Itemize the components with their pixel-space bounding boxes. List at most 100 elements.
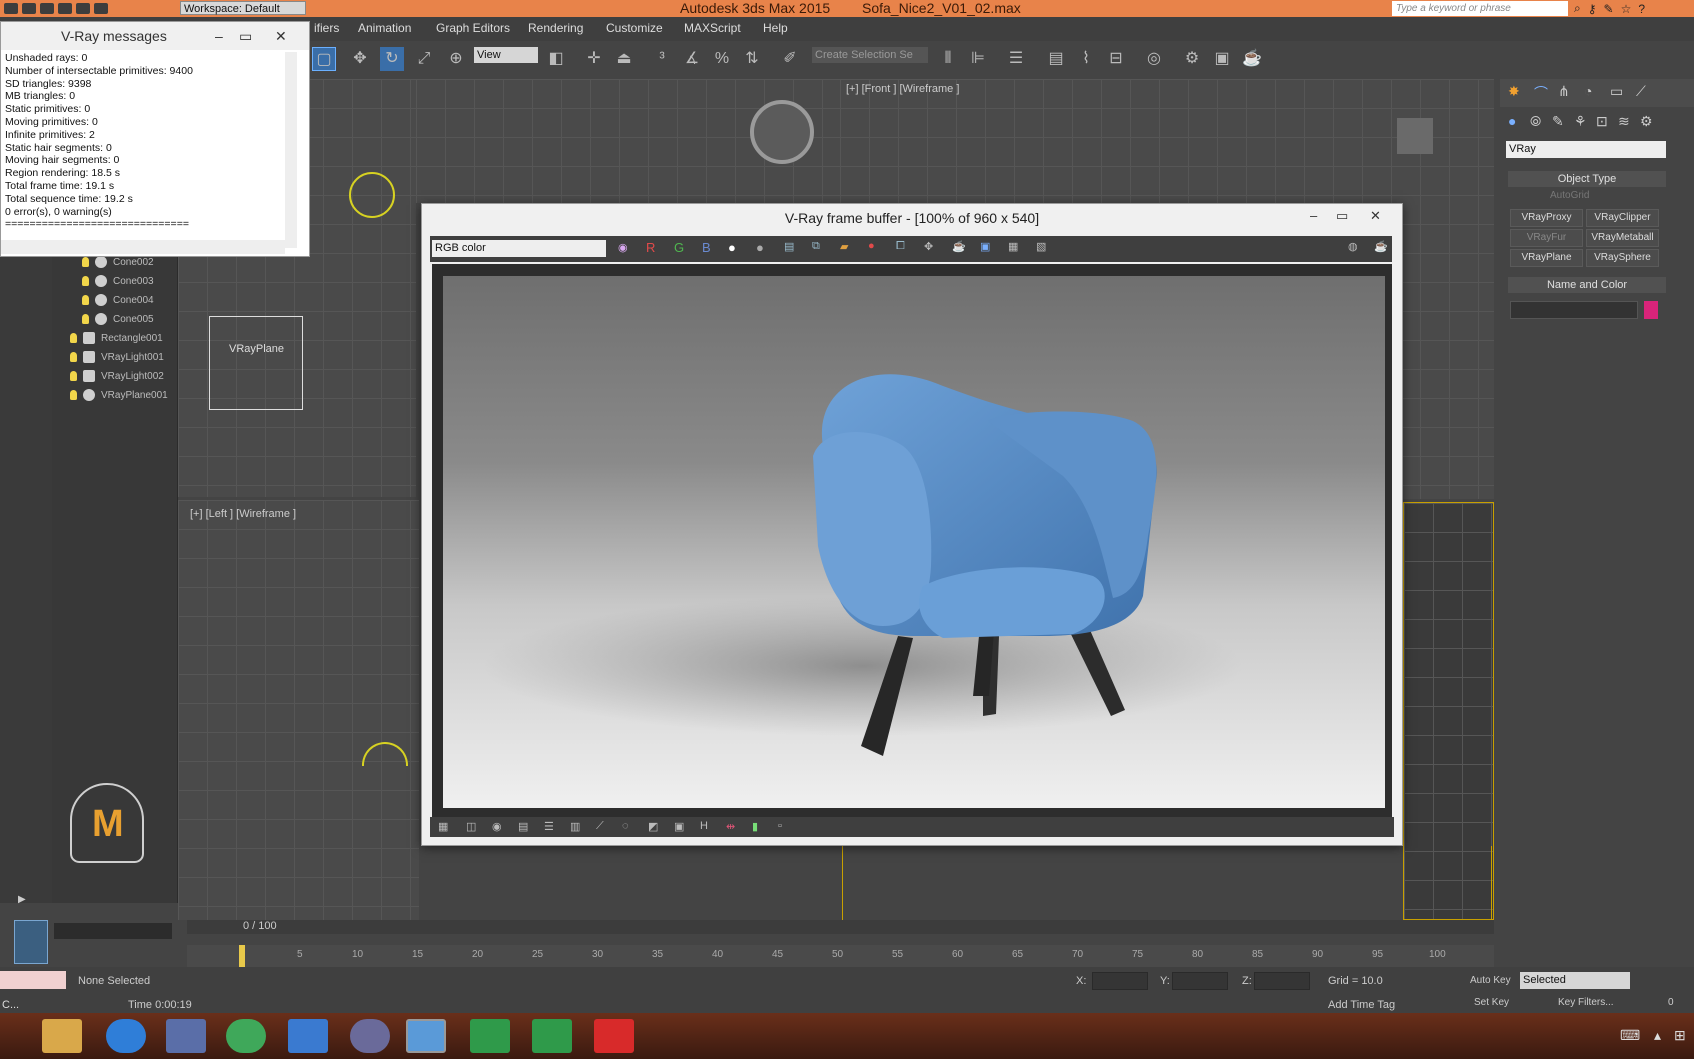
- manipulate-icon[interactable]: ✛: [582, 47, 606, 71]
- vrayclipper-button[interactable]: VRayClipper: [1586, 209, 1659, 227]
- helpers-icon[interactable]: ⊡: [1596, 113, 1608, 130]
- camtasia-icon[interactable]: [470, 1019, 510, 1053]
- menu-modifiers[interactable]: ifiers: [314, 21, 339, 35]
- new-file-icon[interactable]: [4, 3, 18, 14]
- object-name-input[interactable]: [1510, 301, 1638, 319]
- green-channel-button[interactable]: G: [674, 240, 684, 255]
- align-icon[interactable]: ⊫: [966, 47, 990, 71]
- modify-tab-icon[interactable]: ⌒: [1534, 83, 1548, 103]
- color-channels-icon[interactable]: ◉: [618, 241, 628, 254]
- autogrid-checkbox[interactable]: AutoGrid: [1550, 190, 1589, 201]
- time-ruler[interactable]: 5 10 15 20 25 30 35 40 45 50 55 60 65 70…: [187, 945, 1494, 967]
- scene-row[interactable]: Rectangle001: [70, 329, 163, 347]
- mirror-icon[interactable]: ⫴: [936, 47, 960, 71]
- scene-row[interactable]: VRayPlane001: [70, 386, 168, 404]
- ab-horizontal-icon[interactable]: H: [700, 820, 708, 832]
- tray-expand-icon[interactable]: ▴: [1654, 1027, 1661, 1044]
- shapes-icon[interactable]: ⦾: [1530, 113, 1541, 130]
- hierarchy-tab-icon[interactable]: ⋔: [1558, 83, 1570, 100]
- utilities-tab-icon[interactable]: ⟋: [1636, 83, 1646, 100]
- app-icon[interactable]: [166, 1019, 206, 1053]
- pixel-aspect-icon[interactable]: ▮: [752, 820, 758, 833]
- alpha-channel-icon[interactable]: ●: [728, 240, 736, 255]
- keyboard-shortcut-icon[interactable]: ⏏: [612, 47, 636, 71]
- curve-editor-icon[interactable]: ⌇: [1074, 47, 1098, 71]
- light-gizmo[interactable]: [349, 172, 395, 218]
- menu-rendering[interactable]: Rendering: [528, 21, 583, 35]
- cameras-icon[interactable]: ⚘: [1574, 113, 1587, 130]
- history-icon[interactable]: ▦: [438, 820, 448, 833]
- play-icon[interactable]: ▶: [18, 894, 36, 910]
- name-and-color-rollout[interactable]: Name and Color: [1508, 277, 1666, 293]
- vraysphere-button[interactable]: VRaySphere: [1586, 249, 1659, 267]
- binoculars-icon[interactable]: ⌕: [1574, 1, 1581, 16]
- light-bulb-icon[interactable]: [82, 295, 89, 305]
- motion-tab-icon[interactable]: ◔: [1584, 83, 1592, 99]
- light-bulb-icon[interactable]: [70, 352, 77, 362]
- current-frame[interactable]: 0: [1668, 997, 1674, 1008]
- systems-icon[interactable]: ⚙: [1640, 113, 1653, 130]
- redo-icon[interactable]: [76, 3, 90, 14]
- track-mouse-icon[interactable]: ✥: [924, 240, 933, 253]
- key-icon[interactable]: ⚷: [1588, 2, 1597, 16]
- reference-coordinate-select[interactable]: View: [474, 47, 538, 63]
- vertical-scrollbar[interactable]: [285, 52, 297, 248]
- light-bulb-icon[interactable]: [82, 257, 89, 267]
- scale-icon[interactable]: ⤢: [412, 47, 436, 71]
- channel-select[interactable]: RGB color: [432, 240, 606, 257]
- edit-named-sets-icon[interactable]: ✐: [778, 47, 802, 71]
- histogram-icon[interactable]: ▥: [570, 820, 580, 833]
- render-icon[interactable]: ☕: [1374, 240, 1388, 253]
- compare-icon[interactable]: ▣: [674, 820, 684, 833]
- horizontal-scrollbar[interactable]: [1, 240, 285, 254]
- blue-channel-button[interactable]: B: [702, 240, 711, 255]
- viewcube[interactable]: [750, 100, 814, 164]
- vrayfur-button[interactable]: VRayFur: [1510, 229, 1583, 247]
- scene-row[interactable]: VRayLight001: [70, 348, 164, 366]
- schematic-view-icon[interactable]: ⊟: [1104, 47, 1128, 71]
- mono-channel-icon[interactable]: ●: [756, 240, 764, 255]
- placement-icon[interactable]: ⊕: [444, 47, 468, 71]
- icc-icon[interactable]: ◩: [648, 820, 658, 833]
- vray-plane-gizmo[interactable]: VRayPlane: [209, 316, 303, 410]
- stop-render-icon[interactable]: ◍: [1348, 240, 1358, 253]
- recorder-icon[interactable]: [594, 1019, 634, 1053]
- scene-row[interactable]: Cone003: [82, 272, 154, 290]
- maximize-icon[interactable]: ▭: [1336, 208, 1348, 224]
- minimize-icon[interactable]: –: [215, 22, 223, 50]
- clear-image-icon[interactable]: ●: [868, 240, 875, 252]
- app-icon[interactable]: [226, 1019, 266, 1053]
- viewport-front-label[interactable]: [+] [Front ] [Wireframe ]: [846, 83, 959, 95]
- search-input[interactable]: Type a keyword or phrase: [1392, 1, 1568, 16]
- key-filters-button[interactable]: Key Filters...: [1558, 997, 1614, 1008]
- network-icon[interactable]: ⊞: [1674, 1027, 1686, 1044]
- open-file-icon[interactable]: [22, 3, 36, 14]
- set-key-button[interactable]: Set Key: [1474, 997, 1509, 1008]
- close-icon[interactable]: ✕: [1370, 208, 1381, 224]
- percent-snap-icon[interactable]: %: [710, 47, 734, 71]
- explorer-scrollbar[interactable]: [54, 923, 172, 939]
- save-image-icon[interactable]: ▤: [784, 240, 794, 253]
- light-bulb-icon[interactable]: [70, 333, 77, 343]
- app-icon[interactable]: [288, 1019, 328, 1053]
- render-setup-icon[interactable]: ⚙: [1180, 47, 1204, 71]
- display-tab-icon[interactable]: ▭: [1610, 83, 1623, 100]
- tools-icon[interactable]: ✎: [1604, 2, 1614, 16]
- auto-key-button[interactable]: Auto Key: [1470, 975, 1511, 986]
- curves-icon[interactable]: ☰: [544, 820, 554, 833]
- menu-customize[interactable]: Customize: [606, 21, 663, 35]
- keyboard-icon[interactable]: ⌨: [1620, 1027, 1640, 1044]
- menu-help[interactable]: Help: [763, 21, 788, 35]
- pivot-icon[interactable]: ◧: [544, 47, 568, 71]
- region-icon[interactable]: ▦: [1008, 240, 1018, 253]
- vrayplane-button[interactable]: VRayPlane: [1510, 249, 1583, 267]
- ab-vertical-icon[interactable]: ⇹: [726, 820, 735, 833]
- time-slider[interactable]: 0 / 100: [187, 920, 1494, 934]
- lut-icon[interactable]: ⟋: [596, 820, 604, 833]
- stamp-icon[interactable]: ▫: [778, 820, 782, 832]
- light-bulb-icon[interactable]: [82, 314, 89, 324]
- add-time-tag[interactable]: Add Time Tag: [1328, 999, 1395, 1011]
- help-icon[interactable]: ?: [1638, 2, 1645, 16]
- load-image-icon[interactable]: ▰: [840, 240, 848, 253]
- time-cursor[interactable]: [239, 945, 245, 967]
